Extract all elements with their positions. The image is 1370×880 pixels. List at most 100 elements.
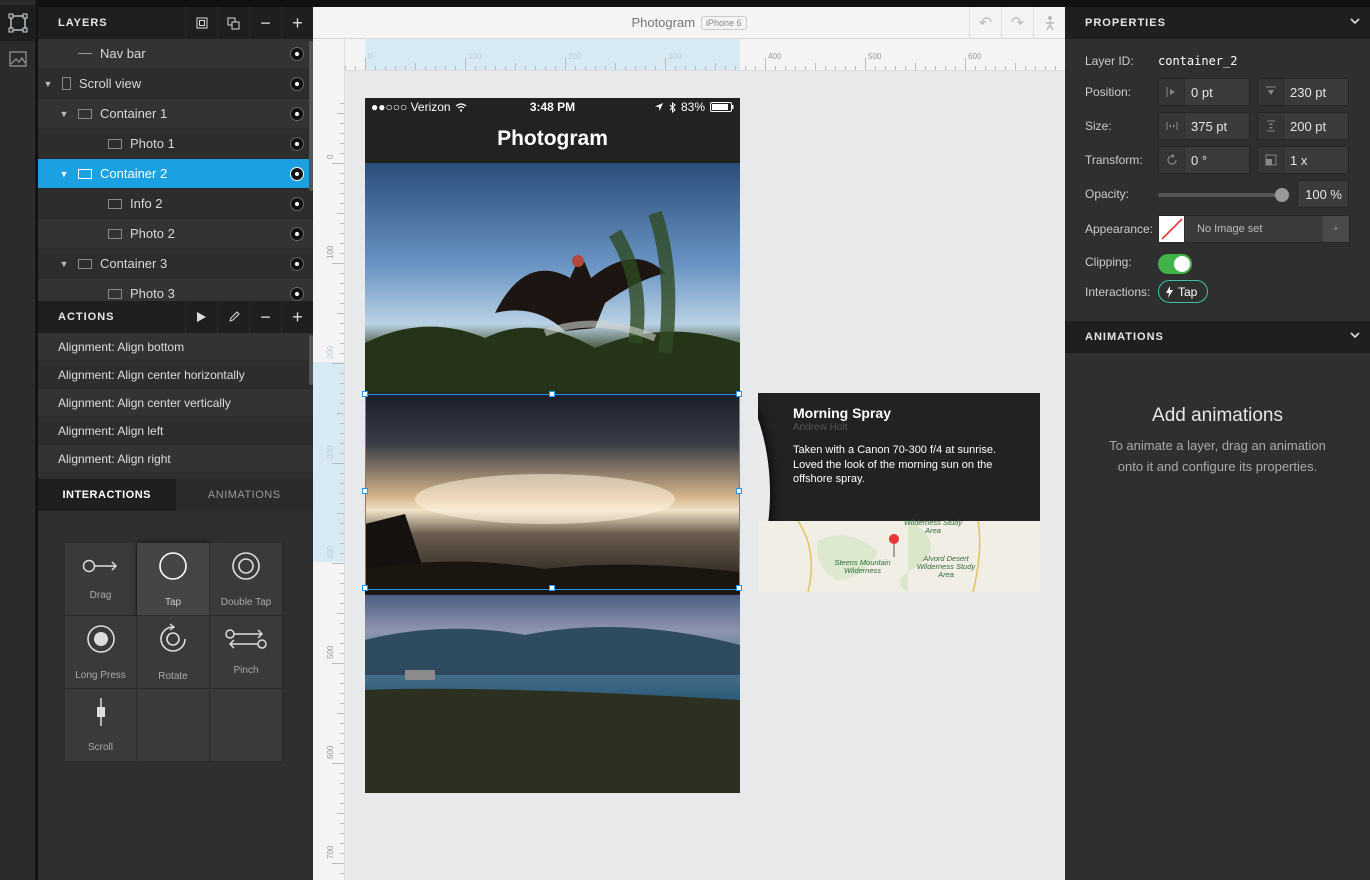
gesture-label: Pinch <box>233 664 259 676</box>
gesture-double-tap[interactable]: Double Tap <box>210 543 283 616</box>
tap-chip-label: Tap <box>1178 284 1198 299</box>
layer-row[interactable]: Nav bar <box>38 39 313 69</box>
clipping-toggle[interactable] <box>1158 254 1192 274</box>
layer-row[interactable]: ▼ Scroll view <box>38 69 313 99</box>
layer-label: Scroll view <box>79 76 142 91</box>
visibility-toggle-icon[interactable] <box>290 77 304 91</box>
rotation-field[interactable]: 0 ° <box>1158 146 1250 174</box>
visibility-toggle-icon[interactable] <box>290 137 304 151</box>
add-action-button[interactable]: + <box>281 301 313 333</box>
visibility-toggle-icon[interactable] <box>290 287 304 301</box>
info-map[interactable]: Wilderness Study Area Steens Mountain Wi… <box>758 519 1040 592</box>
gesture-long-press[interactable]: Long Press <box>65 616 137 689</box>
expand-triangle-icon[interactable]: ▼ <box>42 79 54 89</box>
redo-button[interactable]: ↷ <box>1001 7 1033 39</box>
appearance-add-button[interactable]: + <box>1323 216 1349 242</box>
resize-handle[interactable] <box>736 391 742 397</box>
device-badge[interactable]: iPhone 6 <box>701 15 747 30</box>
layer-row[interactable]: Photo 2 <box>38 219 313 249</box>
size-height-field[interactable]: 200 pt <box>1257 112 1349 140</box>
ruler-tick <box>895 66 896 70</box>
edit-action-button[interactable] <box>217 301 249 333</box>
expand-triangle-icon[interactable]: ▼ <box>58 259 70 269</box>
action-item[interactable]: Alignment: Align bottom <box>38 333 313 361</box>
add-layer-button[interactable]: + <box>281 7 313 39</box>
ruler-tick <box>915 63 916 70</box>
animations-header[interactable]: ANIMATIONS <box>1065 321 1370 353</box>
properties-header[interactable]: PROPERTIES <box>1065 7 1370 39</box>
expand-triangle-icon[interactable]: ▼ <box>58 169 70 179</box>
visibility-toggle-icon[interactable] <box>290 257 304 271</box>
visibility-toggle-icon[interactable] <box>290 227 304 241</box>
remove-layer-button[interactable]: − <box>249 7 281 39</box>
action-item[interactable]: Alignment: Align right <box>38 445 313 473</box>
resize-handle[interactable] <box>549 585 555 591</box>
ruler-tick <box>725 66 726 70</box>
tap-interaction-chip[interactable]: Tap <box>1158 280 1209 303</box>
position-y-value: 230 pt <box>1290 84 1327 100</box>
layer-row[interactable]: ▼ Container 1 <box>38 99 313 129</box>
expand-triangle-icon[interactable]: ▼ <box>58 109 70 119</box>
preview-button[interactable] <box>1033 7 1065 39</box>
canvas[interactable]: Photogram iPhone 6 ↶ ↷ 0 100 200 300 400 500 6… <box>313 7 1065 880</box>
remove-action-button[interactable]: − <box>249 301 281 333</box>
photo-3[interactable] <box>365 595 740 793</box>
layer-row[interactable]: Photo 1 <box>38 129 313 159</box>
selection-box[interactable] <box>362 391 742 591</box>
ruler-tick <box>340 403 344 404</box>
layer-row[interactable]: Photo 3 <box>38 279 313 301</box>
visibility-toggle-icon[interactable] <box>290 107 304 121</box>
scale-field[interactable]: 1 x <box>1257 146 1349 174</box>
opacity-slider[interactable] <box>1158 188 1289 202</box>
ruler-tick <box>332 863 344 864</box>
run-action-button[interactable] <box>185 301 217 333</box>
window-top-strip <box>0 0 1370 7</box>
gesture-pinch[interactable]: Pinch <box>210 616 283 689</box>
ruler-tick <box>1015 63 1016 70</box>
position-y-field[interactable]: 230 pt <box>1257 78 1349 106</box>
photo-1[interactable] <box>365 163 740 393</box>
gesture-tap[interactable]: Tap <box>137 543 210 616</box>
opacity-field[interactable]: 100 % <box>1297 180 1349 208</box>
action-item[interactable]: Alignment: Align center horizontally <box>38 361 313 389</box>
layout-tool-button[interactable] <box>0 5 36 41</box>
size-width-field[interactable]: 375 pt <box>1158 112 1250 140</box>
layer-row[interactable]: ▼ Container 2 <box>38 159 313 189</box>
opacity-slider-knob[interactable] <box>1275 188 1289 202</box>
visibility-toggle-icon[interactable] <box>290 47 304 61</box>
resize-handle[interactable] <box>362 585 368 591</box>
duplicate-layer-button[interactable] <box>217 7 249 39</box>
resize-handle[interactable] <box>362 488 368 494</box>
visibility-toggle-icon[interactable] <box>290 167 304 181</box>
ruler-tick <box>340 433 344 434</box>
ruler-tick <box>340 373 344 374</box>
tab-animations[interactable]: ANIMATIONS <box>175 479 313 511</box>
resize-handle[interactable] <box>736 585 742 591</box>
ruler-tick <box>340 623 344 624</box>
ruler-tick <box>825 66 826 70</box>
gesture-label: Tap <box>164 596 182 608</box>
tab-interactions[interactable]: INTERACTIONS <box>38 479 176 511</box>
assets-tool-button[interactable] <box>0 41 36 77</box>
action-item[interactable]: Alignment: Align left <box>38 417 313 445</box>
group-layers-button[interactable] <box>185 7 217 39</box>
gesture-drag[interactable]: Drag <box>65 543 137 616</box>
resize-handle[interactable] <box>362 391 368 397</box>
info-2-artboard[interactable]: Morning Spray Andrew Holt Taken with a C… <box>758 393 1040 592</box>
appearance-field[interactable]: No Image set + <box>1158 215 1350 243</box>
resize-handle[interactable] <box>736 488 742 494</box>
position-x-field[interactable]: 0 pt <box>1158 78 1250 106</box>
action-item[interactable]: Alignment: Align center vertically <box>38 389 313 417</box>
ruler-tick <box>365 58 366 70</box>
visibility-toggle-icon[interactable] <box>290 197 304 211</box>
gesture-rotate[interactable]: Rotate <box>137 616 210 689</box>
layer-id-value[interactable]: container_2 <box>1158 54 1237 68</box>
transform-row: Transform: <box>1085 153 1158 167</box>
layer-row[interactable]: Info 2 <box>38 189 313 219</box>
ruler-tick <box>785 66 786 70</box>
layer-row[interactable]: ▼ Container 3 <box>38 249 313 279</box>
ruler-tick <box>337 513 344 514</box>
gesture-scroll[interactable]: Scroll <box>65 689 137 762</box>
resize-handle[interactable] <box>549 391 555 397</box>
undo-button[interactable]: ↶ <box>969 7 1001 39</box>
